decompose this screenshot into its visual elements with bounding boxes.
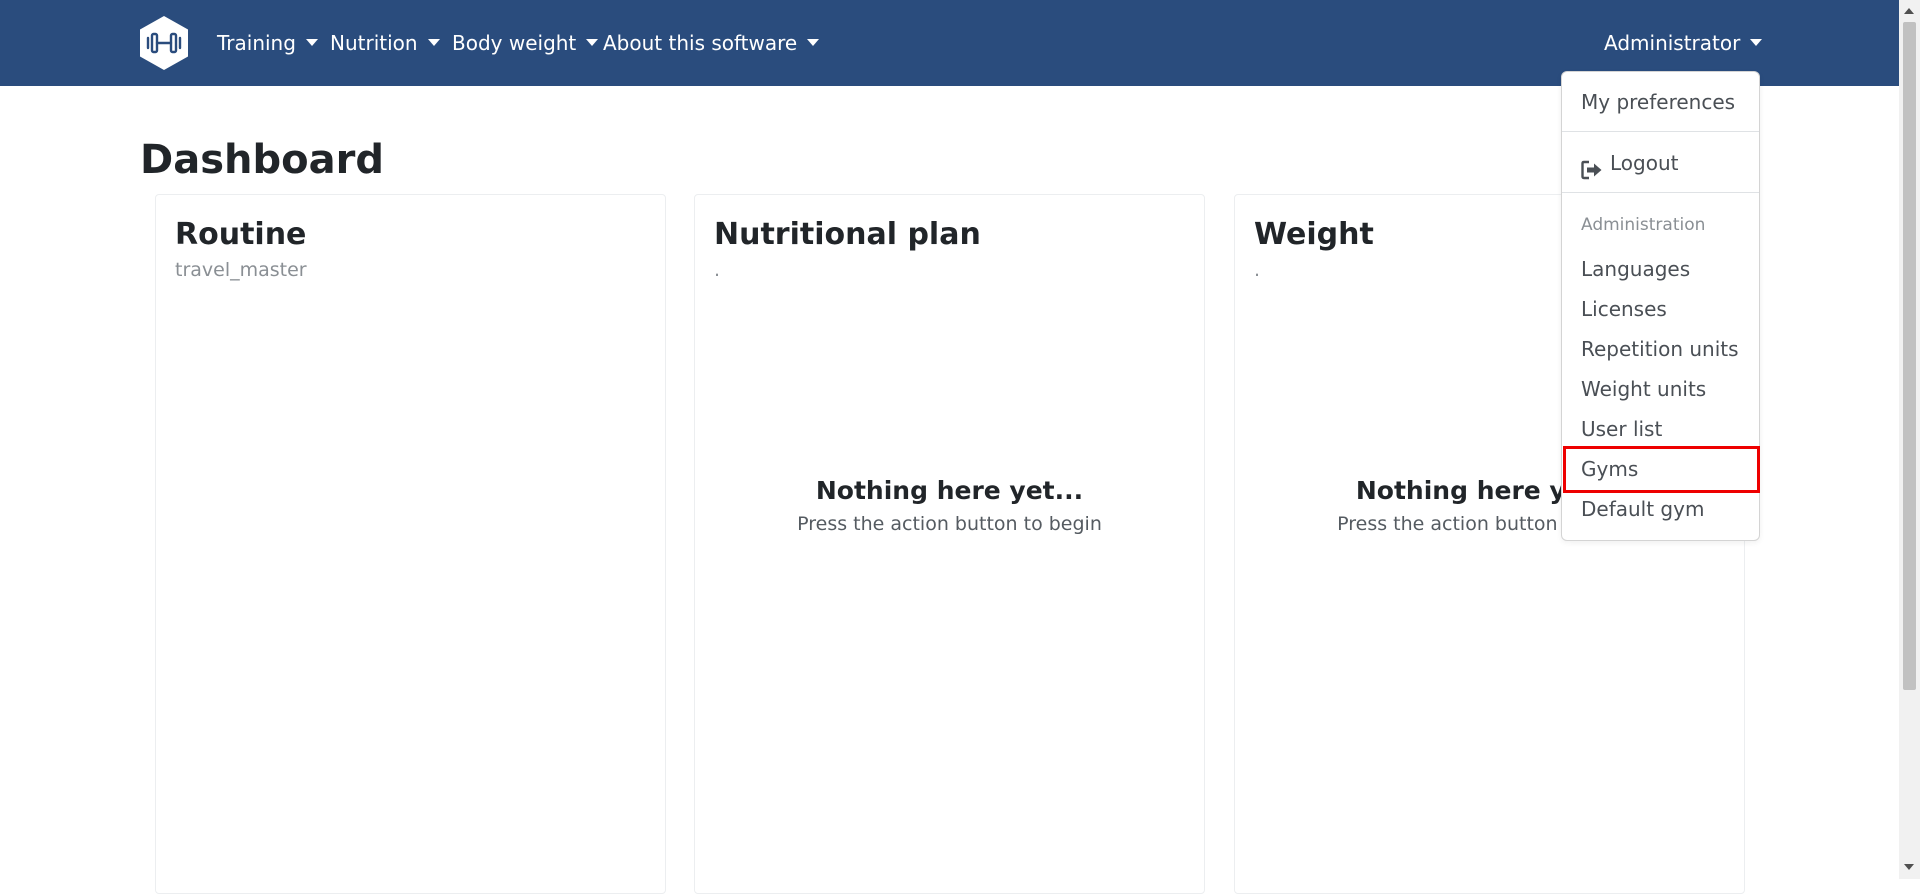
caret-down-icon bbox=[586, 39, 599, 46]
routine-card: Routine travel_master bbox=[155, 194, 666, 894]
menu-item-gyms[interactable]: Gyms bbox=[1562, 449, 1759, 489]
menu-item-label: Logout bbox=[1610, 151, 1679, 175]
scroll-down-arrow-icon[interactable] bbox=[1904, 864, 1914, 870]
nav-menu-label: About this software bbox=[603, 31, 798, 55]
card-title[interactable]: Weight bbox=[1254, 215, 1374, 255]
menu-item-my-preferences[interactable]: My preferences bbox=[1562, 82, 1759, 122]
nav-menu-body-weight[interactable]: Body weight bbox=[452, 0, 599, 86]
menu-item-weight-units[interactable]: Weight units bbox=[1562, 369, 1759, 409]
scroll-up-arrow-icon[interactable] bbox=[1904, 8, 1914, 14]
caret-down-icon bbox=[305, 39, 318, 46]
menu-divider bbox=[1562, 192, 1759, 193]
menu-item-user-list[interactable]: User list bbox=[1562, 409, 1759, 449]
nav-menu-about[interactable]: About this software bbox=[603, 0, 820, 86]
nutritional-plan-card: Nutritional plan . Nothing here yet... P… bbox=[694, 194, 1205, 894]
caret-down-icon bbox=[427, 39, 440, 46]
nav-menu-label: Body weight bbox=[452, 31, 577, 55]
nav-menu-nutrition[interactable]: Nutrition bbox=[330, 0, 440, 86]
card-title[interactable]: Routine bbox=[175, 215, 306, 255]
menu-item-logout[interactable]: Logout bbox=[1562, 143, 1759, 183]
card-subtitle: . bbox=[714, 259, 721, 281]
card-subtitle: . bbox=[1254, 259, 1261, 281]
sign-out-icon bbox=[1581, 153, 1603, 179]
brand-logo-icon[interactable] bbox=[138, 15, 190, 71]
scrollbar-thumb[interactable] bbox=[1903, 22, 1916, 690]
nav-menu-training[interactable]: Training bbox=[217, 0, 318, 86]
page-title: Dashboard bbox=[140, 137, 384, 183]
user-dropdown-menu: My preferences Logout Administration Lan… bbox=[1561, 71, 1760, 541]
vertical-scrollbar[interactable] bbox=[1899, 0, 1920, 879]
menu-item-licenses[interactable]: Licenses bbox=[1562, 289, 1759, 329]
caret-down-icon bbox=[1750, 39, 1763, 46]
menu-item-repetition-units[interactable]: Repetition units bbox=[1562, 329, 1759, 369]
nav-menu-label: Training bbox=[217, 31, 296, 55]
menu-divider bbox=[1562, 131, 1759, 132]
user-menu-label: Administrator bbox=[1604, 31, 1741, 55]
administration-header: Administration bbox=[1581, 215, 1706, 235]
caret-down-icon bbox=[807, 39, 820, 46]
card-title[interactable]: Nutritional plan bbox=[714, 215, 981, 255]
empty-state-text: Press the action button to begin bbox=[797, 513, 1102, 535]
menu-item-languages[interactable]: Languages bbox=[1562, 249, 1759, 289]
empty-state-title: Nothing here yet... bbox=[815, 476, 1084, 505]
card-subtitle: travel_master bbox=[175, 259, 307, 281]
menu-item-default-gym[interactable]: Default gym bbox=[1562, 489, 1759, 529]
nav-menu-label: Nutrition bbox=[330, 31, 418, 55]
